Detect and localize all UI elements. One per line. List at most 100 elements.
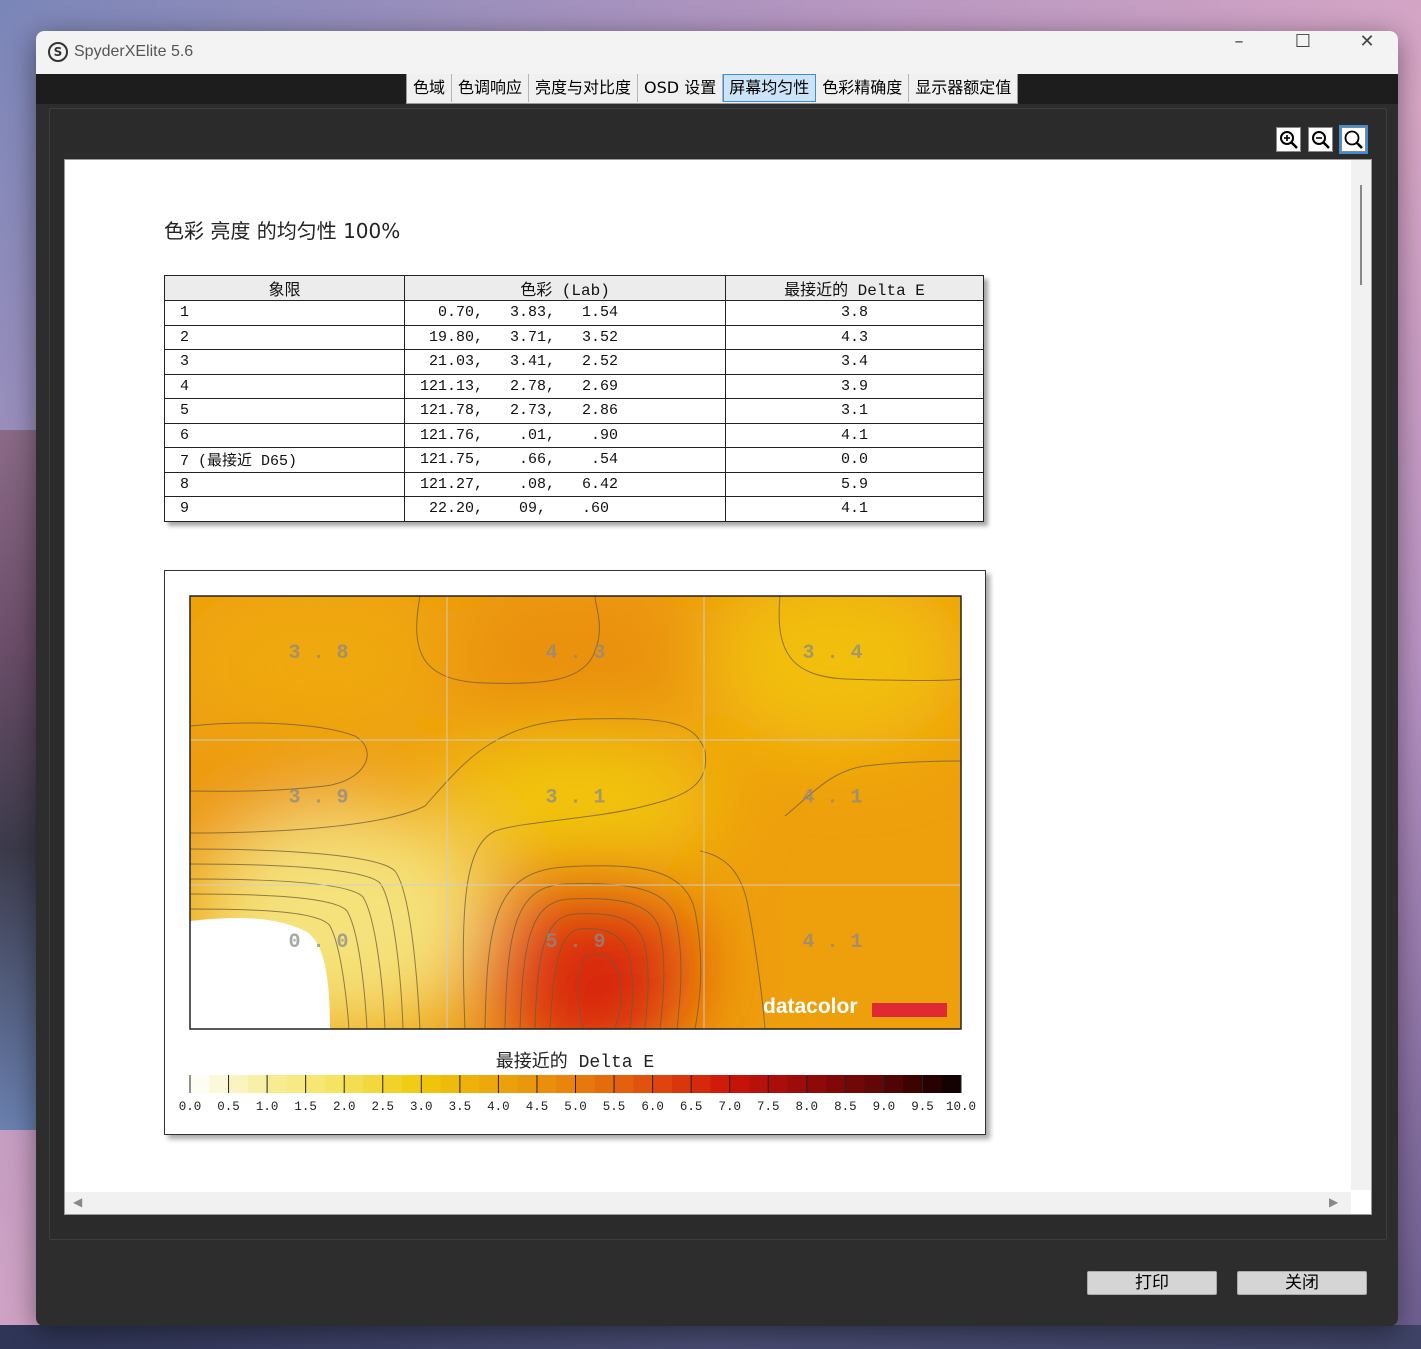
legend-swatch — [363, 1075, 384, 1093]
print-button[interactable]: 打印 — [1087, 1271, 1217, 1295]
cell-lab: 0.70, 3.83, 1.54 — [404, 300, 726, 326]
table-row: 6 121.76, .01, .90 4.1 — [164, 422, 984, 448]
legend-swatch — [614, 1075, 634, 1093]
legend-swatch — [421, 1075, 442, 1093]
heatmap-cell-label: 3 . 9 — [288, 787, 348, 810]
table-row: 9 22.20, 09, .60 4.1 — [164, 496, 984, 522]
legend-tick-label: 3.0 — [410, 1100, 433, 1114]
uniformity-heatmap-card: 3 . 8 4 . 3 3 . 4 3 . 9 3 . 1 4 . 1 0 . 0 5 . 9… — [164, 570, 986, 1135]
cell-delta-e: 3.8 — [725, 300, 984, 326]
legend-tick-label: 8.5 — [834, 1100, 857, 1114]
heatmap-cell-label: 0 . 0 — [288, 931, 348, 954]
legend-swatch — [748, 1075, 769, 1093]
scroll-left-icon[interactable]: ◀ — [73, 1195, 82, 1209]
legend-swatch — [402, 1075, 422, 1093]
cell-lab: 121.75, .66, .54 — [404, 447, 726, 473]
color-legend-ticks: 0.0 0.5 1.0 1.5 2.0 2.5 3.0 3.5 4.0 4.5 5.0 5.5 6.0 6… — [179, 1100, 976, 1114]
report-title: 色彩 亮度 的均匀性 100% — [164, 219, 401, 243]
legend-tick-label: 2.5 — [371, 1100, 394, 1114]
report-viewer: 色彩 亮度 的均匀性 100% 象限 色彩 (Lab) 最接近的 Delta E… — [64, 159, 1372, 1215]
cell-quadrant: 5 — [164, 398, 405, 424]
cell-quadrant: 3 — [164, 349, 405, 375]
legend-swatch — [459, 1075, 480, 1093]
legend-swatch — [768, 1075, 789, 1093]
cell-lab: 19.80, 3.71, 3.52 — [404, 324, 726, 350]
legend-swatch — [883, 1075, 904, 1093]
taskbar-strip — [0, 1325, 1421, 1349]
tab-tone-response[interactable]: 色调响应 — [452, 74, 530, 102]
spyder-app-icon: S — [48, 42, 68, 62]
cell-delta-e: 0.0 — [725, 447, 984, 473]
scroll-corner — [1351, 1192, 1371, 1214]
legend-swatch — [556, 1075, 576, 1093]
close-icon[interactable]: ✕ — [1337, 31, 1397, 74]
legend-swatch — [228, 1075, 249, 1093]
horizontal-scrollbar[interactable]: ◀ ▶ — [65, 1192, 1371, 1214]
heatmap-plot: 3 . 8 4 . 3 3 . 4 3 . 9 3 . 1 4 . 1 0 . 0 5 . 9… — [190, 596, 961, 1029]
legend-tick-label: 2.0 — [333, 1100, 356, 1114]
cell-delta-e: 3.4 — [725, 349, 984, 375]
heatmap-cell-label: 5 . 9 — [545, 931, 605, 954]
cell-delta-e: 3.9 — [725, 373, 984, 399]
vertical-scroll-thumb[interactable] — [1360, 185, 1362, 285]
tab-gamut[interactable]: 色域 — [407, 74, 453, 102]
table-row: 3 21.03, 3.41, 2.52 3.4 — [164, 349, 984, 375]
legend-swatch — [864, 1075, 885, 1093]
cell-delta-e: 3.1 — [725, 398, 984, 424]
close-button[interactable]: 关闭 — [1237, 1271, 1367, 1295]
cell-quadrant: 8 — [164, 471, 405, 497]
legend-swatch — [806, 1075, 827, 1093]
legend-title: 最接近的 Delta E — [496, 1051, 654, 1073]
legend-tick-label: 4.0 — [487, 1100, 510, 1114]
table-row: 8 121.27, .08, 6.42 5.9 — [164, 471, 984, 497]
legend-swatch — [479, 1075, 499, 1093]
legend-swatch — [305, 1075, 326, 1093]
zoom-fit-icon[interactable] — [1339, 125, 1368, 154]
table-row: 4 121.13, 2.78, 2.69 3.9 — [164, 373, 984, 399]
heatmap-cell-label: 3 . 4 — [802, 642, 862, 665]
legend-swatch — [710, 1075, 731, 1093]
legend-swatch — [787, 1075, 808, 1093]
legend-swatch — [209, 1075, 230, 1093]
maximize-icon[interactable]: ☐ — [1273, 31, 1333, 74]
col-header-quadrant: 象限 — [164, 275, 405, 301]
legend-swatch — [498, 1075, 519, 1093]
heatmap-cell-label: 4 . 1 — [802, 787, 862, 810]
table-row: 1 0.70, 3.83, 1.54 3.8 — [164, 300, 984, 326]
tab-brightness-contrast[interactable]: 亮度与对比度 — [529, 74, 639, 102]
col-header-lab: 色彩 (Lab) — [404, 275, 726, 301]
legend-swatch — [691, 1075, 711, 1093]
legend-tick-label: 3.5 — [449, 1100, 472, 1114]
logo-bar — [872, 1003, 947, 1017]
cell-quadrant: 1 — [164, 300, 405, 326]
legend-swatch — [247, 1075, 268, 1093]
tab-display-rating[interactable]: 显示器额定值 — [909, 74, 1017, 102]
cell-quadrant: 2 — [164, 324, 405, 350]
minimize-icon[interactable]: – — [1209, 31, 1269, 74]
legend-tick-label: 6.5 — [680, 1100, 703, 1114]
cell-delta-e: 4.1 — [725, 496, 984, 522]
legend-swatch — [190, 1075, 210, 1093]
legend-tick-label: 8.0 — [796, 1100, 819, 1114]
cell-lab: 21.03, 3.41, 2.52 — [404, 349, 726, 375]
zoom-in-icon[interactable] — [1276, 127, 1301, 152]
tab-strip: 色域 色调响应 亮度与对比度 OSD 设置 屏幕均匀性 色彩精确度 显示器额定值 — [36, 74, 1398, 104]
heatmap-cell-label: 4 . 1 — [802, 931, 862, 954]
heatmap-cell-label: 4 . 3 — [545, 642, 605, 665]
table-header-row: 象限 色彩 (Lab) 最接近的 Delta E — [164, 275, 984, 301]
cell-quadrant: 6 — [164, 422, 405, 448]
table-row: 5 121.78, 2.73, 2.86 3.1 — [164, 398, 984, 424]
report-tabs: 色域 色调响应 亮度与对比度 OSD 设置 屏幕均匀性 色彩精确度 显示器额定值 — [406, 74, 1019, 104]
legend-swatch — [517, 1075, 538, 1093]
vertical-scrollbar[interactable] — [1351, 160, 1371, 1190]
heatmap-cell-label: 3 . 8 — [288, 642, 348, 665]
app-window: S SpyderXElite 5.6 – ☐ ✕ 色域 色调响应 亮度与对比度 … — [36, 31, 1398, 1326]
tab-color-accuracy[interactable]: 色彩精确度 — [816, 74, 910, 102]
cell-lab: 121.13, 2.78, 2.69 — [404, 373, 726, 399]
legend-tick-label: 4.5 — [526, 1100, 549, 1114]
tab-osd-settings[interactable]: OSD 设置 — [638, 74, 724, 102]
legend-tick-label: 7.0 — [718, 1100, 741, 1114]
zoom-out-icon[interactable] — [1308, 127, 1333, 152]
scroll-right-icon[interactable]: ▶ — [1329, 1195, 1338, 1209]
tab-screen-uniformity[interactable]: 屏幕均匀性 — [723, 74, 817, 102]
